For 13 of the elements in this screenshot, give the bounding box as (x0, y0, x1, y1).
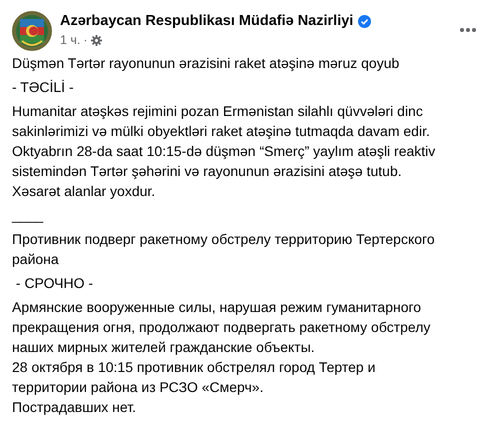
post-paragraph: Humanitar atəşkəs rejimini pozan Ermənistan silahlı qüvvələri dinc sakinlərimizi və mülki obyektləri raket atəşinə tutmaqda davam edir. Oktyabrın 28-da saat 10:15-də düşmən “Smerç” yaylım atəşli reaktiv sistemindən Tərtər şəhərini və rayonunun ərazisini atəşə tutub. Xəsarət alanlar yoxdur. (12, 102, 436, 201)
post-paragraph: Армянские вооруженные силы, нарушая режим гуманитарного прекращения огня, продолжают подвергать ракетному обстрелу наших мирных жителей гражданские объекты. 28 октября в 10:15 противник обстрелял город Тертер и территории района из РСЗО «Смерч». Пострадавших нет. (12, 298, 432, 417)
gear-icon[interactable] (90, 34, 102, 46)
separator-dot: · (83, 33, 88, 47)
emblem-logo[interactable] (12, 11, 52, 51)
post-paragraph: ____ (12, 206, 44, 225)
post-paragraph: Düşmən Tərtər rayonunun ərazisini raket atəşinə məruz qoyub (12, 54, 400, 73)
post-paragraph: - СРОЧНО - (14, 274, 94, 293)
post-paragraph: - TƏCİLİ - (12, 78, 75, 97)
post-paragraph: Противник подверг ракетному обстрелу территорию Тертерского района (12, 230, 436, 269)
post-time[interactable]: 1 ч. (60, 33, 80, 47)
more-icon[interactable] (459, 27, 477, 33)
page-name[interactable]: Azərbaycan Respublikası Müdafiə Nazirliyi (60, 13, 354, 29)
